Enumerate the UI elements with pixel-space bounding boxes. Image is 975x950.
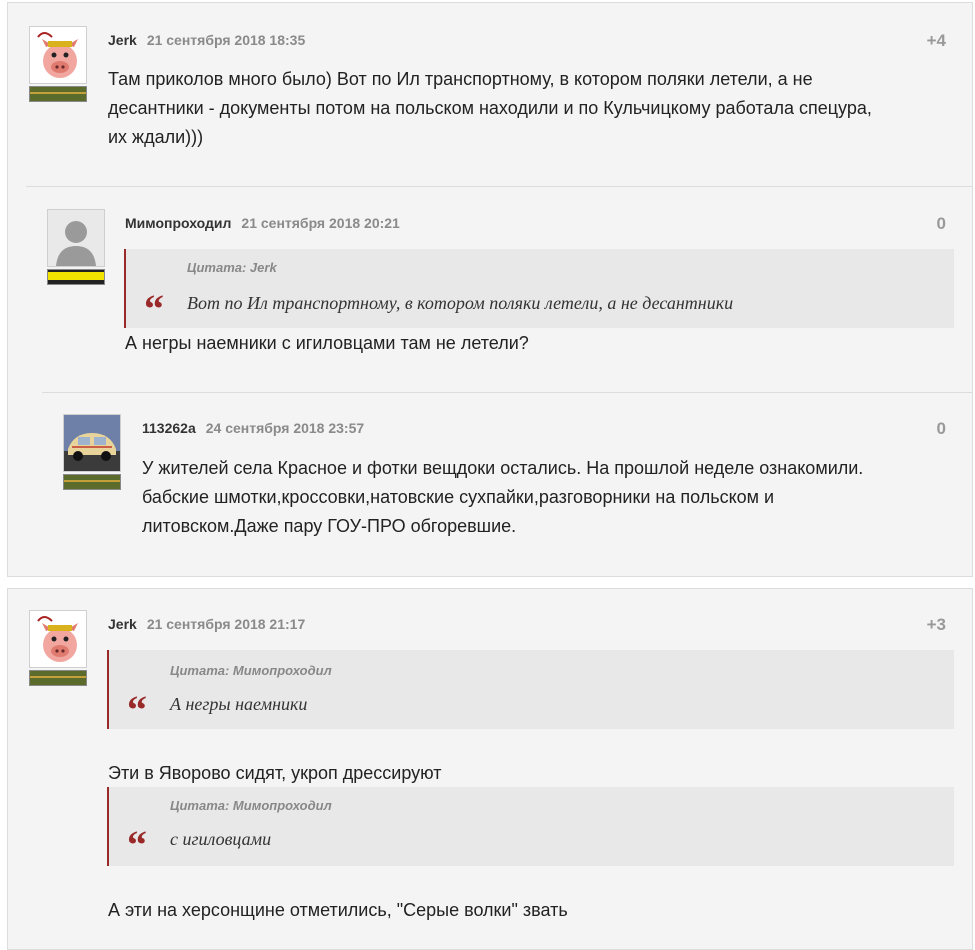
rank-badge bbox=[29, 670, 87, 686]
avatar[interactable] bbox=[29, 26, 87, 84]
comment-text: У жителей села Красное и фотки вещдоки о… bbox=[142, 454, 863, 541]
divider bbox=[26, 186, 972, 187]
comment-score: +4 bbox=[926, 31, 946, 50]
car-avatar-icon bbox=[64, 415, 120, 471]
avatar[interactable] bbox=[63, 414, 121, 472]
comment-thread: Jerk 21 сентября 2018 21:17 +3 Цитата: Ми… bbox=[7, 588, 973, 950]
quote-mark-icon: “ bbox=[127, 822, 147, 867]
comment-header: Jerk 21 сентября 2018 18:35 bbox=[108, 32, 305, 48]
comment-line: десантники - документы потом на польском… bbox=[108, 98, 872, 118]
rank-badge bbox=[47, 269, 105, 285]
comment-date[interactable]: 24 сентября 2018 23:57 bbox=[206, 420, 364, 436]
comment-score: +3 bbox=[926, 615, 946, 634]
comment-score: 0 bbox=[936, 419, 946, 438]
quote-label: Цитата: Мимопроходил bbox=[170, 663, 332, 678]
rank-badge bbox=[63, 474, 121, 490]
quote-text: с игиловцами bbox=[170, 829, 272, 849]
quote-block: Цитата: Jerk “ Вот по Ил транспортному, … bbox=[124, 249, 954, 331]
comment-thread: Jerk 21 сентября 2018 18:35 +4 Там прикол… bbox=[7, 2, 973, 577]
comment-date[interactable]: 21 сентября 2018 18:35 bbox=[147, 32, 305, 48]
author-name[interactable]: Jerk bbox=[108, 32, 137, 48]
author-name[interactable]: 113262а bbox=[142, 420, 196, 436]
quote-text: А негры наемники bbox=[170, 694, 308, 714]
rank-badge bbox=[29, 86, 87, 102]
avatar[interactable] bbox=[47, 209, 105, 267]
quote-mark-icon: “ bbox=[144, 286, 164, 331]
comment-header: 113262а 24 сентября 2018 23:57 bbox=[142, 420, 364, 436]
comment-text: Там приколов много было) Вот по Ил транс… bbox=[108, 65, 872, 152]
quote-label: Цитата: Jerk bbox=[187, 260, 277, 275]
comment-line: У жителей села Красное и фотки вещдоки о… bbox=[142, 458, 864, 478]
quote-label: Цитата: Мимопроходил bbox=[170, 798, 332, 813]
pig-avatar-icon bbox=[30, 611, 86, 667]
quote-text: Вот по Ил транспортному, в котором поляк… bbox=[187, 293, 734, 313]
comment-text: Эти в Яворово сидят, укроп дрессируют bbox=[108, 763, 442, 783]
comment-text: А эти на херсонщине отметились, "Серые в… bbox=[108, 900, 568, 920]
comment-header: Мимопроходил 21 сентября 2018 20:21 bbox=[125, 215, 400, 231]
quote-block: Цитата: Мимопроходил “ с игиловцами bbox=[107, 787, 954, 866]
comment-header: Jerk 21 сентября 2018 21:17 bbox=[108, 616, 305, 632]
quote-block: Цитата: Мимопроходил “ А негры наемники bbox=[107, 650, 954, 732]
default-user-icon bbox=[48, 210, 104, 266]
comment-line: Там приколов много было) Вот по Ил транс… bbox=[108, 69, 813, 89]
divider bbox=[42, 392, 972, 393]
comment-line: бабские шмотки,кроссовки,натовские сухпа… bbox=[142, 487, 775, 507]
quote-mark-icon: “ bbox=[127, 687, 147, 732]
comment-date[interactable]: 21 сентября 2018 21:17 bbox=[147, 616, 305, 632]
comment-text: А негры наемники с игиловцами там не лет… bbox=[125, 333, 529, 353]
comment-line: их ждали))) bbox=[108, 127, 204, 147]
comment-date[interactable]: 21 сентября 2018 20:21 bbox=[241, 215, 399, 231]
pig-avatar-icon bbox=[30, 27, 86, 83]
avatar[interactable] bbox=[29, 610, 87, 668]
author-name[interactable]: Мимопроходил bbox=[125, 215, 231, 231]
author-name[interactable]: Jerk bbox=[108, 616, 137, 632]
comment-score: 0 bbox=[936, 214, 946, 233]
comment-line: литовском.Даже пару ГОУ-ПРО обгоревшие. bbox=[142, 516, 517, 536]
